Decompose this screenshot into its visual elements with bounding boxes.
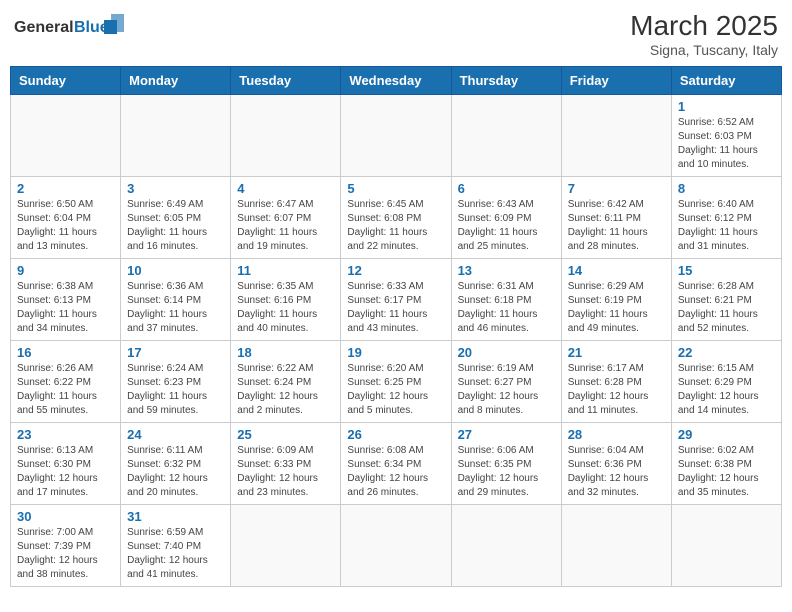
svg-text:Blue: Blue xyxy=(74,19,109,36)
calendar-header-row: Sunday Monday Tuesday Wednesday Thursday… xyxy=(11,67,782,95)
header-monday: Monday xyxy=(121,67,231,95)
day-3: 3 Sunrise: 6:49 AMSunset: 6:05 PMDayligh… xyxy=(121,177,231,259)
day-8: 8 Sunrise: 6:40 AMSunset: 6:12 PMDayligh… xyxy=(671,177,781,259)
day-28: 28 Sunrise: 6:04 AMSunset: 6:36 PMDaylig… xyxy=(561,423,671,505)
header-tuesday: Tuesday xyxy=(231,67,341,95)
day-empty xyxy=(561,505,671,587)
header-wednesday: Wednesday xyxy=(341,67,451,95)
svg-text:General: General xyxy=(14,19,74,36)
day-27: 27 Sunrise: 6:06 AMSunset: 6:35 PMDaylig… xyxy=(451,423,561,505)
calendar-row-1: 1 Sunrise: 6:52 AM Sunset: 6:03 PM Dayli… xyxy=(11,95,782,177)
calendar-row-2: 2 Sunrise: 6:50 AMSunset: 6:04 PMDayligh… xyxy=(11,177,782,259)
day-20: 20 Sunrise: 6:19 AMSunset: 6:27 PMDaylig… xyxy=(451,341,561,423)
day-4: 4 Sunrise: 6:47 AMSunset: 6:07 PMDayligh… xyxy=(231,177,341,259)
day-30: 30 Sunrise: 7:00 AMSunset: 7:39 PMDaylig… xyxy=(11,505,121,587)
generalblue-logo: General Blue xyxy=(14,10,124,50)
day-29: 29 Sunrise: 6:02 AMSunset: 6:38 PMDaylig… xyxy=(671,423,781,505)
header-friday: Friday xyxy=(561,67,671,95)
day-17: 17 Sunrise: 6:24 AMSunset: 6:23 PMDaylig… xyxy=(121,341,231,423)
day-24: 24 Sunrise: 6:11 AMSunset: 6:32 PMDaylig… xyxy=(121,423,231,505)
day-13: 13 Sunrise: 6:31 AMSunset: 6:18 PMDaylig… xyxy=(451,259,561,341)
day-11: 11 Sunrise: 6:35 AMSunset: 6:16 PMDaylig… xyxy=(231,259,341,341)
day-empty xyxy=(451,505,561,587)
day-empty xyxy=(561,95,671,177)
day-16: 16 Sunrise: 6:26 AMSunset: 6:22 PMDaylig… xyxy=(11,341,121,423)
day-1-info: Sunrise: 6:52 AM Sunset: 6:03 PM Dayligh… xyxy=(678,116,775,172)
calendar-row-3: 9 Sunrise: 6:38 AMSunset: 6:13 PMDayligh… xyxy=(11,259,782,341)
day-18: 18 Sunrise: 6:22 AMSunset: 6:24 PMDaylig… xyxy=(231,341,341,423)
day-5: 5 Sunrise: 6:45 AMSunset: 6:08 PMDayligh… xyxy=(341,177,451,259)
day-empty xyxy=(451,95,561,177)
day-12: 12 Sunrise: 6:33 AMSunset: 6:17 PMDaylig… xyxy=(341,259,451,341)
day-9: 9 Sunrise: 6:38 AMSunset: 6:13 PMDayligh… xyxy=(11,259,121,341)
calendar-row-6: 30 Sunrise: 7:00 AMSunset: 7:39 PMDaylig… xyxy=(11,505,782,587)
day-15: 15 Sunrise: 6:28 AMSunset: 6:21 PMDaylig… xyxy=(671,259,781,341)
day-1: 1 Sunrise: 6:52 AM Sunset: 6:03 PM Dayli… xyxy=(671,95,781,177)
calendar-row-4: 16 Sunrise: 6:26 AMSunset: 6:22 PMDaylig… xyxy=(11,341,782,423)
day-empty xyxy=(231,95,341,177)
header-thursday: Thursday xyxy=(451,67,561,95)
day-empty xyxy=(341,505,451,587)
day-6: 6 Sunrise: 6:43 AMSunset: 6:09 PMDayligh… xyxy=(451,177,561,259)
day-22: 22 Sunrise: 6:15 AMSunset: 6:29 PMDaylig… xyxy=(671,341,781,423)
day-7: 7 Sunrise: 6:42 AMSunset: 6:11 PMDayligh… xyxy=(561,177,671,259)
header-sunday: Sunday xyxy=(11,67,121,95)
page-header: General Blue March 2025 Signa, Tuscany, … xyxy=(10,10,782,58)
day-empty xyxy=(121,95,231,177)
day-25: 25 Sunrise: 6:09 AMSunset: 6:33 PMDaylig… xyxy=(231,423,341,505)
day-21: 21 Sunrise: 6:17 AMSunset: 6:28 PMDaylig… xyxy=(561,341,671,423)
day-empty xyxy=(341,95,451,177)
day-26: 26 Sunrise: 6:08 AMSunset: 6:34 PMDaylig… xyxy=(341,423,451,505)
calendar-table: Sunday Monday Tuesday Wednesday Thursday… xyxy=(10,66,782,587)
calendar-row-5: 23 Sunrise: 6:13 AMSunset: 6:30 PMDaylig… xyxy=(11,423,782,505)
day-31: 31 Sunrise: 6:59 AMSunset: 7:40 PMDaylig… xyxy=(121,505,231,587)
day-19: 19 Sunrise: 6:20 AMSunset: 6:25 PMDaylig… xyxy=(341,341,451,423)
month-year-title: March 2025 xyxy=(630,10,778,42)
logo: General Blue xyxy=(14,10,124,50)
day-23: 23 Sunrise: 6:13 AMSunset: 6:30 PMDaylig… xyxy=(11,423,121,505)
location-subtitle: Signa, Tuscany, Italy xyxy=(630,42,778,58)
day-empty xyxy=(231,505,341,587)
day-10: 10 Sunrise: 6:36 AMSunset: 6:14 PMDaylig… xyxy=(121,259,231,341)
day-2: 2 Sunrise: 6:50 AMSunset: 6:04 PMDayligh… xyxy=(11,177,121,259)
title-area: March 2025 Signa, Tuscany, Italy xyxy=(630,10,778,58)
day-14: 14 Sunrise: 6:29 AMSunset: 6:19 PMDaylig… xyxy=(561,259,671,341)
day-empty xyxy=(671,505,781,587)
header-saturday: Saturday xyxy=(671,67,781,95)
day-empty xyxy=(11,95,121,177)
